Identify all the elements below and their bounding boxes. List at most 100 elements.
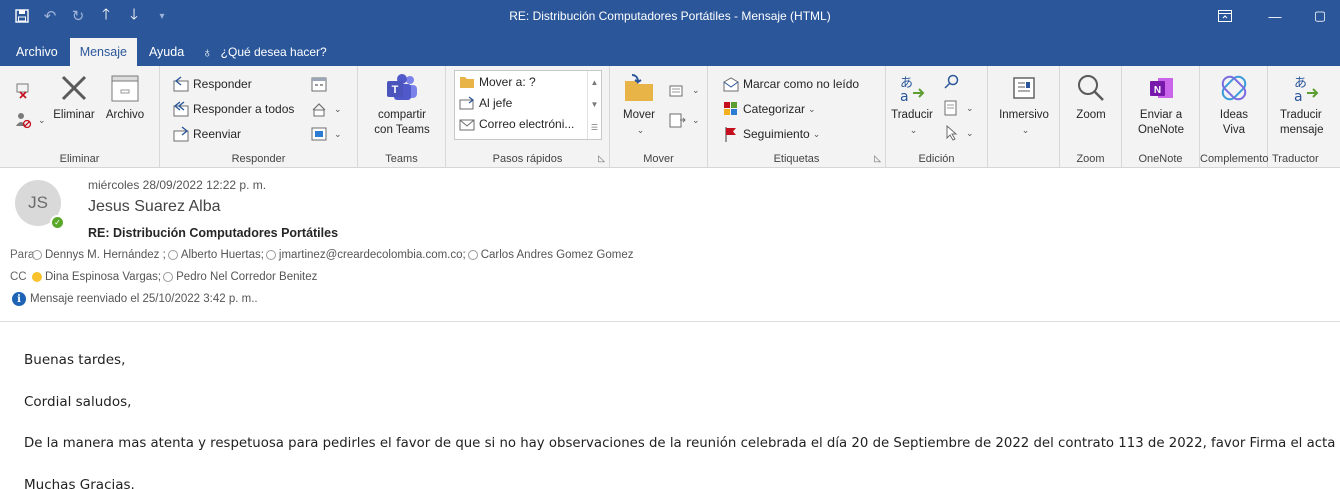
translate-button[interactable]: あa Traducir ⌄ [890, 70, 934, 138]
info-icon: i [12, 292, 26, 306]
reply-all-button[interactable]: Responder a todos [172, 99, 294, 119]
body-paragraph: Cordial saludos, [24, 394, 132, 410]
zoom-button[interactable]: Zoom [1060, 70, 1122, 123]
teams-icon: T [384, 70, 420, 106]
ribbon-display-options-icon[interactable] [1200, 0, 1250, 32]
presence-unknown-icon [167, 250, 178, 260]
move-button-label: Mover [623, 109, 655, 121]
rules-button[interactable]: ⌄ [668, 80, 700, 100]
message-header: JS ✓ miércoles 28/09/2022 12:22 p. m. Je… [0, 168, 1340, 322]
recipient[interactable]: Carlos Andres Gomez Gomez [481, 249, 634, 261]
group-label-zoom: Zoom [1076, 153, 1105, 165]
related-icon [942, 99, 960, 117]
recipient[interactable]: jmartinez@creardecolombia.com.co; [279, 249, 466, 261]
message-subject: RE: Distribución Computadores Portátiles [88, 226, 339, 240]
cc-row: CC Dina Espinosa Vargas; Pedro Nel Corre… [10, 271, 317, 283]
envelope-icon [459, 116, 475, 132]
delete-x-icon [56, 70, 92, 106]
quick-step-team-email[interactable]: Correo electróni... [455, 113, 601, 134]
cc-recipient[interactable]: Pedro Nel Corredor Benitez [176, 271, 317, 283]
move-button[interactable]: Mover ⌄ [614, 70, 664, 138]
body-paragraph: Muchas Gracias. [24, 477, 135, 489]
viva-insights-line1: Ideas [1219, 109, 1249, 121]
im-reply-button[interactable]: ⌄ [310, 124, 342, 144]
move-folder-icon [621, 70, 657, 106]
chevron-down-icon: ⌄ [808, 103, 816, 114]
more-respond-button[interactable]: ⌄ [310, 99, 342, 119]
tab-ayuda[interactable]: Ayuda [139, 38, 194, 66]
presence-unknown-icon [467, 250, 478, 260]
forward-button[interactable]: Reenviar [172, 124, 241, 144]
expand-gallery-icon[interactable]: ☰ [591, 123, 598, 132]
previous-item-icon[interactable]: 🡑 [92, 2, 120, 30]
search-icon [942, 73, 960, 91]
mark-unread-button[interactable]: Marcar como no leído [722, 74, 859, 94]
chevron-down-icon: ⌄ [1021, 125, 1030, 135]
undo-icon[interactable]: ↶ [36, 2, 64, 30]
follow-up-button[interactable]: Seguimiento ⌄ [722, 124, 820, 144]
tab-archivo[interactable]: Archivo [6, 38, 68, 66]
ignore-button[interactable] [14, 80, 35, 100]
select-button[interactable]: ⌄ [942, 123, 974, 143]
window-controls: — ▢ [1200, 0, 1340, 32]
tab-mensaje[interactable]: Mensaje [69, 38, 137, 66]
flag-icon [722, 125, 740, 143]
group-label-traductor: Traductor [1272, 153, 1319, 165]
viva-insights-line2: Viva [1222, 124, 1246, 136]
group-label-eliminar: Eliminar [59, 153, 100, 165]
customize-toolbar-icon[interactable]: ▾ [148, 2, 176, 30]
immersive-reader-button[interactable]: Inmersivo ⌄ [988, 70, 1060, 138]
reply-all-label: Responder a todos [193, 102, 295, 116]
group-etiquetas: Marcar como no leído Categorizar ⌄ Segui… [708, 66, 886, 168]
recipient[interactable]: Dennys M. Hernández ; [45, 249, 166, 261]
quick-step-to-manager[interactable]: Al jefe [455, 92, 601, 113]
group-label-teams: Teams [385, 153, 418, 165]
viva-insights-icon [1216, 70, 1252, 106]
quick-step-to-manager-label: Al jefe [479, 95, 513, 110]
dialog-launcher-icon[interactable]: ◺ [598, 153, 605, 164]
group-teams: T compartir con Teams Teams [358, 66, 446, 168]
group-label-complemento: Complemento [1200, 153, 1269, 165]
related-button[interactable]: ⌄ [942, 98, 974, 118]
restore-icon[interactable]: ▢ [1300, 0, 1340, 32]
cc-recipient[interactable]: Dina Espinosa Vargas; [45, 271, 161, 283]
archive-button[interactable]: Archivo [100, 70, 150, 123]
delete-button[interactable]: Eliminar [52, 70, 96, 123]
actions-button[interactable]: ⌄ [668, 110, 700, 130]
find-button[interactable] [942, 72, 963, 92]
svg-text:a: a [900, 89, 909, 103]
scroll-up-icon[interactable]: ▲ [591, 78, 599, 87]
group-label-edicion: Edición [918, 153, 955, 165]
forward-mail-icon [459, 95, 475, 111]
reply-button[interactable]: Responder [172, 74, 252, 94]
chevron-down-icon: ⌄ [966, 127, 974, 138]
reply-label: Responder [193, 77, 252, 91]
send-onenote-line1: Enviar a [1139, 109, 1183, 121]
redo-icon[interactable]: ↻ [64, 2, 92, 30]
window-title: RE: Distribución Computadores Portátiles… [509, 9, 831, 23]
next-item-icon[interactable]: 🡓 [120, 2, 148, 30]
viva-insights-button[interactable]: Ideas Viva [1200, 70, 1268, 138]
recipient[interactable]: Alberto Huertas; [181, 249, 264, 261]
minimize-icon[interactable]: — [1250, 0, 1300, 32]
translate-message-button[interactable]: あa Traducir mensaje [1276, 70, 1340, 138]
dialog-launcher-icon[interactable]: ◺ [874, 153, 881, 164]
meeting-reply-button[interactable] [310, 74, 331, 94]
to-row: Para Dennys M. Hernández ; Alberto Huert… [10, 249, 633, 261]
mark-unread-icon [722, 75, 740, 93]
tell-me-box[interactable]: ♁ ¿Qué desea hacer? [196, 38, 327, 66]
onenote-icon: N [1143, 70, 1179, 106]
save-icon[interactable] [8, 2, 36, 30]
forward-label: Reenviar [193, 127, 242, 141]
categorize-button[interactable]: Categorizar ⌄ [722, 99, 816, 119]
sender-name[interactable]: Jesus Suarez Alba [88, 198, 221, 216]
chevron-down-icon: ⌄ [909, 125, 918, 135]
send-to-onenote-button[interactable]: N Enviar a OneNote [1122, 70, 1200, 138]
quick-steps-scrollbar[interactable]: ▲ ▼ ☰ [587, 71, 601, 139]
quick-step-move-to[interactable]: Mover a: ? [455, 71, 601, 92]
junk-button[interactable]: ⌄ [14, 110, 46, 130]
share-to-teams-button[interactable]: T compartir con Teams [358, 70, 446, 138]
quick-step-team-email-label: Correo electróni... [479, 116, 575, 131]
immersive-reader-label: Inmersivo [999, 109, 1049, 121]
scroll-down-icon[interactable]: ▼ [591, 100, 599, 109]
